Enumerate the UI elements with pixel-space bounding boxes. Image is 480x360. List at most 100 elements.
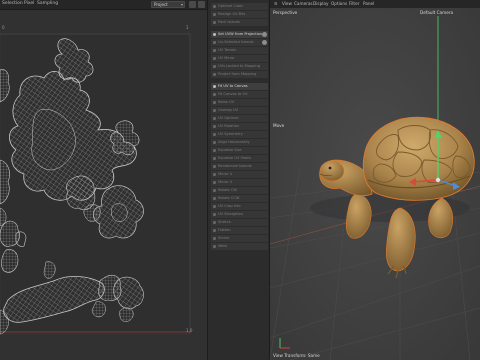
uv-command-label: Mirror U [218,172,233,176]
command-bullet-icon [213,73,216,76]
uv-command-item[interactable]: UV Mirror [211,55,268,62]
viewport-menu-cameras[interactable]: Cameras [294,1,313,6]
uv-command-label: UV Mirror [218,56,235,60]
command-bullet-icon [213,5,216,8]
uv-command-item[interactable]: Rotate CW [211,187,268,194]
viewport-menu-filter[interactable]: Filter [349,1,359,6]
uv-command-item[interactable]: UV Straighten [211,211,268,218]
status-label: View Transform: Same [273,353,320,358]
viewport-menu-display[interactable]: Display [313,1,328,6]
command-bullet-icon [213,41,216,44]
uv-command-item[interactable]: Equalize UV Shells [211,155,268,162]
command-bullet-icon [213,57,216,60]
command-bullet-icon [213,133,216,136]
uv-command-item[interactable]: Realign UV Bits [211,11,268,18]
options-gear-icon[interactable] [262,32,267,37]
command-bullet-icon [213,109,216,112]
uv-command-item[interactable]: Shrink [211,235,268,242]
uv-command-label: Weld [218,244,227,248]
uv-command-item[interactable]: Relax UV [211,99,268,106]
uv-command-item[interactable]: Fit Canvas to UV [211,91,268,98]
menu-pixel[interactable]: Pixel [24,1,34,6]
uv-command-item[interactable]: Flatten [211,227,268,234]
uv-command-item[interactable]: Mirror U [211,171,268,178]
uv-command-label: Pack Islands [218,20,240,24]
projection-dropdown[interactable]: Project ▾ [151,1,185,8]
app-window: Selection Pixel Sampling Project ▾ 0 1 1… [0,0,480,360]
viewport-scene [270,8,480,360]
3d-viewport[interactable]: ≡ View Cameras Display Options Filter Pa… [270,0,480,360]
viewport-menu-options[interactable]: Options [331,1,347,6]
uv-command-item[interactable]: UVs Locked to Mapping [211,63,268,70]
uv-canvas[interactable]: 0 1 1,0 [0,10,207,360]
uv-command-item[interactable]: Unwrap UV [211,107,268,114]
command-bullet-icon [213,21,216,24]
viewport-menubar: ≡ View Cameras Display Options Filter Pa… [270,0,480,8]
command-bullet-icon [213,173,216,176]
uv-command-label: Equalize Size [218,148,242,152]
uv-command-item[interactable]: Weld [211,243,268,250]
uv-command-item[interactable]: Stretch [211,219,268,226]
uv-command-item[interactable]: UV Crop Info [211,203,268,210]
command-bullet-icon [213,229,216,232]
command-bullet-icon [213,49,216,52]
viewport-menu-view[interactable]: View [282,1,292,6]
uv-command-label: UV Terrain [218,48,237,52]
command-bullet-icon [213,117,216,120]
command-bullet-icon [213,157,216,160]
uv-command-item[interactable]: Randomize Islands [211,163,268,170]
uv-command-item[interactable]: UV Terrain [211,47,268,54]
lock-icon[interactable] [189,1,196,8]
uv-command-item[interactable]: UV Optimal [211,115,268,122]
uv-command-item[interactable]: Un-Selected Islands [211,39,268,46]
uv-command-item[interactable]: Set UVW from Projection [211,31,268,38]
menu-sampling[interactable]: Sampling [37,1,58,6]
uv-command-label: Project from Mapping [218,72,257,76]
uv-editor-menubar: Selection Pixel Sampling Project ▾ [0,0,207,10]
uv-command-item[interactable]: Fit UV to Canvas [211,83,268,90]
uv-command-item[interactable]: UV Rotation [211,123,268,130]
command-bullet-icon [213,149,216,152]
menu-selection[interactable]: Selection [2,1,23,6]
uv-command-label: Equalize UV Shells [218,156,252,160]
uv-command-label: UV Straighten [218,212,244,216]
command-bullet-icon [213,197,216,200]
uv-command-label: Fit Canvas to UV [218,92,248,96]
uv-editor-panel: Selection Pixel Sampling Project ▾ 0 1 1… [0,0,207,360]
viewport-menu-panel[interactable]: Panel [363,1,374,6]
uv-coord-bottom-right: 1,0 [186,328,193,333]
projection-label: Perspective [273,10,298,15]
command-bullet-icon [213,221,216,224]
uv-command-item[interactable]: Equalize Size [211,147,268,154]
uv-coord-top-left: 0 [2,25,5,30]
uv-command-label: Optimal Cubic [218,4,244,8]
uv-command-label: Unwrap UV [218,108,239,112]
uv-command-item[interactable]: Align Horizontally [211,139,268,146]
command-bullet-icon [213,189,216,192]
camera-label[interactable]: Default Camera [420,10,453,15]
command-bullet-icon [213,237,216,240]
uv-command-item[interactable]: UV Symmetry [211,131,268,138]
uv-command-item[interactable]: Pack Islands [211,19,268,26]
uv-command-label: Randomize Islands [218,164,252,168]
uv-command-label: Relax UV [218,100,235,104]
uv-command-item[interactable]: Optimal Cubic [211,3,268,10]
command-bullet-icon [213,101,216,104]
uv-islands-drawing [0,10,207,360]
viewport-menu-icon[interactable]: ≡ [274,1,278,6]
uv-command-label: Rotate CW [218,188,237,192]
options-gear-icon[interactable] [262,40,267,45]
uv-command-item[interactable]: Project from Mapping [211,71,268,78]
uv-command-label: UV Rotation [218,124,240,128]
uv-command-item[interactable]: Mirror V [211,179,268,186]
command-bullet-icon [213,85,216,88]
command-bullet-icon [213,165,216,168]
command-bullet-icon [213,245,216,248]
uv-commands-panel: Optimal Cubic Realign UV Bits Pack Islands… [207,0,270,360]
uv-command-label: Un-Selected Islands [218,40,254,44]
uv-command-label: UV Symmetry [218,132,243,136]
command-bullet-icon [213,141,216,144]
uv-command-item[interactable]: Rotate CCW [211,195,268,202]
expand-icon[interactable] [198,1,205,8]
command-bullet-icon [213,213,216,216]
